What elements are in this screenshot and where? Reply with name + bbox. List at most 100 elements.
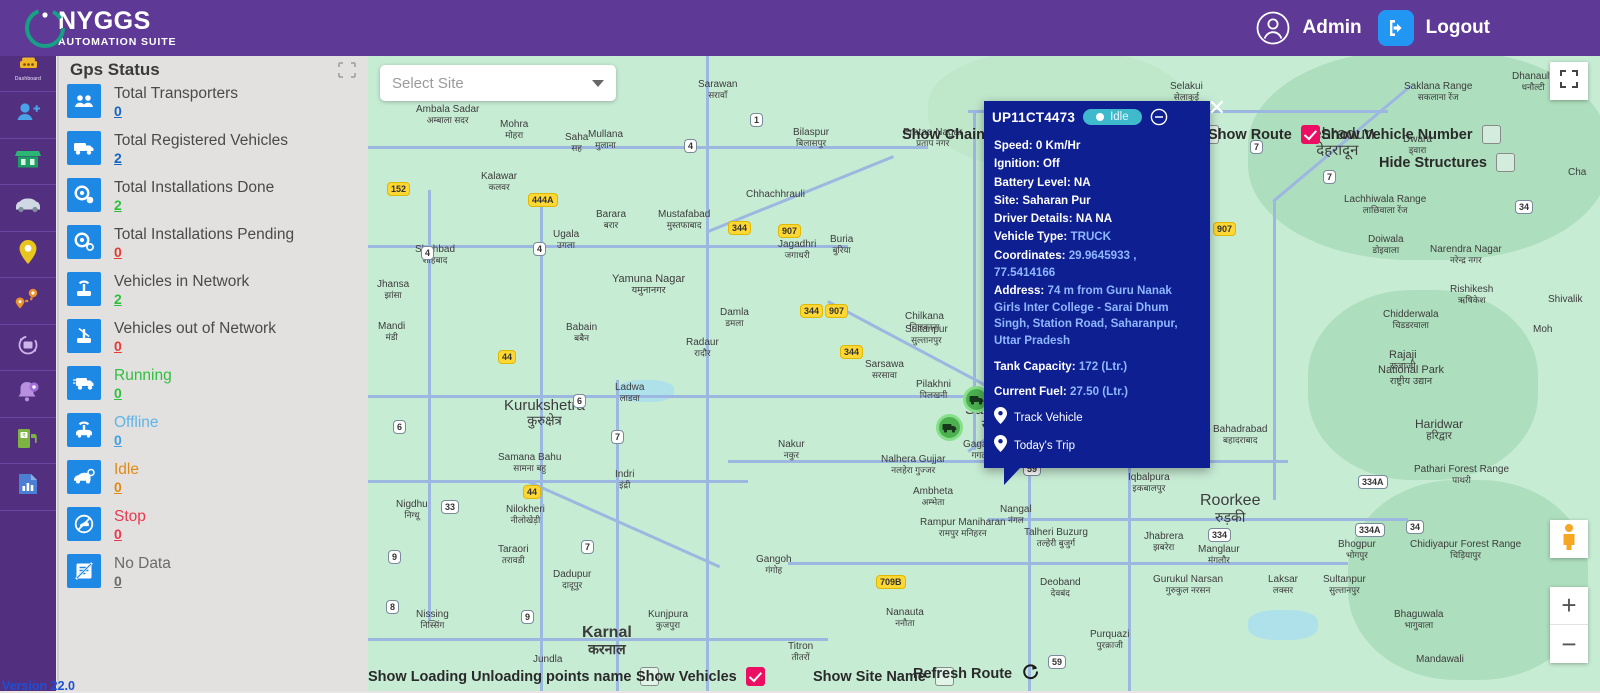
gps-status-row[interactable]: Running0 — [67, 366, 368, 413]
install-pending-icon — [67, 225, 101, 259]
map-label-hi: नकुर — [778, 451, 805, 460]
sidebar-item-alert-settings[interactable] — [0, 371, 56, 418]
highway-shield: 907 — [1213, 222, 1236, 236]
map-container[interactable]: DehradunदेहरादूनSaharanpurसहारनपुरRoorke… — [368, 50, 1600, 691]
logout-label: Logout — [1426, 17, 1490, 39]
gps-status-row[interactable]: Stop0 — [67, 507, 368, 554]
gps-status-label: Stop — [114, 508, 146, 526]
sidebar-item-reports[interactable] — [0, 464, 56, 511]
gps-status-row[interactable]: Total Installations Pending0 — [67, 225, 368, 272]
tank-capacity: Tank Capacity: 172 (Ltr.) — [994, 359, 1200, 376]
gps-status-row[interactable]: Offline0 — [67, 413, 368, 460]
select-site-dropdown[interactable]: Select Site — [380, 65, 616, 101]
map-label-hi: पुरक़ाजी — [1090, 641, 1129, 650]
map-toggle-checkbox[interactable] — [1301, 125, 1320, 144]
street-view-pegman-button[interactable] — [1550, 520, 1588, 558]
refresh-route-label: Refresh Route — [913, 666, 1012, 682]
logout-button[interactable]: Logout — [1378, 10, 1490, 46]
close-icon[interactable]: ✕ — [1208, 97, 1226, 119]
map-label-en: Laksar — [1268, 575, 1298, 586]
sidebar-item-route[interactable] — [0, 278, 56, 325]
gps-status-label: Total Installations Done — [114, 179, 274, 197]
vehicle-field-label: Coordinates: — [994, 249, 1066, 262]
map-label-hi: मोहरा — [500, 131, 528, 140]
vehicle-field-label: Battery Level: — [994, 176, 1071, 189]
map-label-en: Jundla — [533, 655, 562, 666]
map-place-label: Babainबबैन — [566, 323, 597, 343]
highway-shield: 6 — [573, 394, 586, 408]
map-toggle-checkbox[interactable] — [746, 667, 765, 686]
highway-shield: 334A — [1358, 475, 1388, 489]
map-place-label: Karnalकरनाल — [582, 625, 632, 657]
vehicle-field-value: TRUCK — [1070, 230, 1111, 243]
map-pin-icon — [994, 435, 1007, 458]
gps-status-label: Vehicles out of Network — [114, 320, 276, 338]
todays-trip-link[interactable]: Today's Trip — [994, 435, 1200, 458]
map-place-label: Mandiमंडी — [378, 322, 405, 342]
map-label-hi: कुरुक्षेत्र — [504, 414, 585, 428]
highway-shield: 334A — [1355, 523, 1385, 537]
map-toggle-show-route[interactable]: Show Route — [1208, 125, 1320, 144]
map-label-hi: डमला — [720, 319, 749, 328]
gps-status-row[interactable]: Vehicles in Network2 — [67, 272, 368, 319]
map-label-hi: झबरेरा — [1144, 543, 1183, 552]
highway-shield: 344 — [728, 221, 751, 235]
gps-status-title: Gps Status — [70, 60, 160, 80]
map-place-label: Radaurरादौर — [686, 338, 719, 358]
sidebar-item-sim-refresh[interactable] — [0, 325, 56, 372]
map-toggle-show-vehicle-number[interactable]: Show Vehicle Number — [1321, 125, 1501, 144]
map-place-label: Kunjpuraकुजपुरा — [648, 610, 688, 630]
gps-status-row[interactable]: Vehicles out of Network0 — [67, 319, 368, 366]
map-label-en: Mustafabad — [658, 210, 710, 221]
refresh-route-button[interactable]: Refresh Route — [913, 662, 1040, 686]
map-place-label: Sahaसह — [565, 133, 588, 153]
highway-shield: 444A — [528, 193, 558, 207]
minimize-circle-icon[interactable] — [1150, 108, 1168, 126]
vehicle-marker[interactable] — [936, 414, 963, 441]
map-place-label: Shivalik — [1548, 295, 1582, 306]
map-place-label: Dadupurदादूपुर — [553, 570, 591, 590]
highway-shield: 4 — [684, 139, 697, 153]
vehicle-field: Speed: 0 Km/Hr — [994, 138, 1200, 155]
map-toggle-show-vehicles[interactable]: Show Vehicles — [636, 667, 765, 686]
highway-shield: 1 — [750, 113, 763, 127]
zoom-in-button[interactable]: + — [1550, 587, 1588, 625]
gps-status-row[interactable]: Idle0 — [67, 460, 368, 507]
map-label-en: Nanauta — [886, 608, 924, 619]
map-place-label: Purquaziपुरक़ाजी — [1090, 630, 1129, 650]
map-toggle-hide-structures[interactable]: Hide Structures — [1379, 153, 1515, 172]
track-vehicle-link[interactable]: Track Vehicle — [994, 407, 1200, 430]
sidebar-item-location[interactable] — [0, 232, 56, 279]
user-menu[interactable]: Admin — [1255, 10, 1362, 46]
map-label-hi: मंडी — [378, 333, 405, 342]
map-label-hi: लक्सर — [1268, 586, 1298, 595]
refresh-icon[interactable] — [1021, 662, 1040, 686]
sidebar-item-fuel[interactable]: ₹ — [0, 418, 56, 465]
gps-status-row[interactable]: Total Transporters0 — [67, 84, 368, 131]
sidebar-item-add-user[interactable] — [0, 92, 56, 139]
map-place-label: Jhabreraझबरेरा — [1144, 532, 1183, 552]
gps-status-row[interactable]: No Data0 — [67, 554, 368, 601]
map-label-hi: सामना बहु — [498, 464, 561, 473]
map-place-label: Ambala Sadarअम्बाला सदर — [416, 105, 479, 125]
map-toggle-checkbox[interactable] — [1496, 153, 1515, 172]
map-toggle-show-loading-unloading-points-name[interactable]: Show Loading Unloading points name — [368, 667, 659, 686]
gps-status-row[interactable]: Total Registered Vehicles2 — [67, 131, 368, 178]
map-toggle-checkbox[interactable] — [1482, 125, 1501, 144]
map-place-label: Bararaबरार — [596, 210, 626, 230]
fullscreen-button[interactable] — [1550, 62, 1588, 100]
sidebar-label-dashboard: Dashboard — [15, 76, 41, 82]
gps-status-row[interactable]: Total Installations Done2 — [67, 178, 368, 225]
map-place-label: Mustafabadमुस्तफाबाद — [658, 210, 710, 230]
zoom-out-button[interactable]: − — [1550, 625, 1588, 663]
vehicle-info-fields: Speed: 0 Km/HrIgnition: Off Battery Level… — [984, 132, 1210, 468]
sidebar-item-store[interactable] — [0, 139, 56, 186]
map-label-en: Titron — [788, 642, 813, 653]
map-label-hi: करनाल — [582, 642, 632, 657]
vehicle-field: Ignition: Off — [994, 156, 1200, 173]
gps-status-label: No Data — [114, 555, 171, 573]
highway-shield: 4 — [421, 246, 434, 260]
collapse-icon[interactable] — [338, 62, 356, 78]
no-data-icon — [67, 554, 101, 588]
sidebar-item-vehicle[interactable] — [0, 185, 56, 232]
